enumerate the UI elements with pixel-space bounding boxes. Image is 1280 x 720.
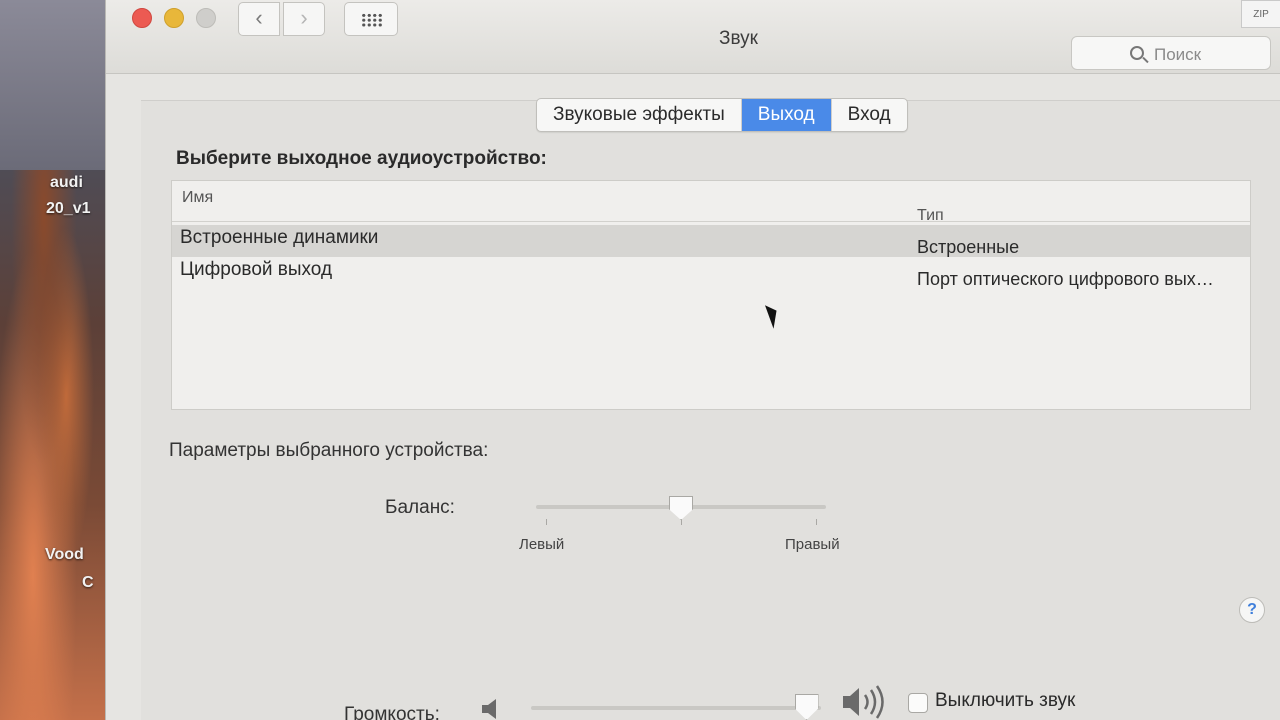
speaker-low-icon xyxy=(482,699,496,719)
zoom-window-button[interactable] xyxy=(196,8,216,28)
minimize-window-button[interactable] xyxy=(164,8,184,28)
device-name: Цифровой выход xyxy=(180,259,333,280)
column-header-type[interactable]: Тип xyxy=(917,207,944,225)
tab-bar: Звуковые эффекты Выход Вход xyxy=(536,98,908,132)
device-type: Порт оптического цифрового вых… xyxy=(917,269,1214,289)
volume-label: Громкость: xyxy=(344,704,440,720)
device-name: Встроенные динамики xyxy=(180,227,379,248)
titlebar: ‹ › Звук Поиск ZIP xyxy=(106,0,1280,74)
balance-right-label: Правый xyxy=(785,536,840,553)
wallpaper-sky xyxy=(0,0,110,170)
mute-checkbox[interactable] xyxy=(908,693,928,713)
question-mark-icon: ? xyxy=(1247,601,1257,618)
mute-label[interactable]: Выключить звук xyxy=(935,690,1075,712)
desktop-wallpaper: audi 20_v1 Vood C xyxy=(0,0,110,720)
header-divider xyxy=(172,221,1250,222)
table-row-digital-out[interactable]: Цифровой выход Порт оптического цифровог… xyxy=(172,257,1250,289)
desktop-icon-label[interactable]: C xyxy=(82,574,94,592)
speaker-high-icon xyxy=(843,685,884,719)
device-params-title: Параметры выбранного устройства: xyxy=(169,440,489,461)
help-button[interactable]: ? xyxy=(1239,597,1265,623)
balance-tick xyxy=(816,519,817,525)
balance-tick xyxy=(546,519,547,525)
output-section-title: Выберите выходное аудиоустройство: xyxy=(176,148,547,169)
output-device-table[interactable]: Имя Тип Встроенные динамики Встроенные Ц… xyxy=(171,180,1251,410)
balance-label: Баланс: xyxy=(385,497,455,518)
column-header-name[interactable]: Имя xyxy=(182,189,213,207)
device-type: Встроенные xyxy=(917,237,1020,257)
sound-preferences-window: ‹ › Звук Поиск ZIP Звуковые эффекты Выхо… xyxy=(105,0,1280,720)
search-input[interactable]: Поиск xyxy=(1071,36,1271,70)
desktop-icon-label[interactable]: Vood xyxy=(45,546,84,564)
search-placeholder: Поиск xyxy=(1154,45,1202,64)
close-window-button[interactable] xyxy=(132,8,152,28)
grid-icon xyxy=(361,13,383,27)
chevron-left-icon: ‹ xyxy=(255,5,263,30)
balance-tick xyxy=(681,519,682,525)
search-icon xyxy=(1130,46,1144,60)
chevron-right-icon: › xyxy=(300,5,308,30)
balance-left-label: Левый xyxy=(519,536,565,553)
table-row-builtin-speakers[interactable]: Встроенные динамики Встроенные xyxy=(172,225,1250,257)
desktop-icon-label[interactable]: 20_v1 xyxy=(46,200,91,218)
zip-badge: ZIP xyxy=(1241,0,1280,28)
tab-sound-effects[interactable]: Звуковые эффекты xyxy=(537,99,742,131)
volume-slider-track[interactable] xyxy=(531,706,821,710)
tab-output[interactable]: Выход xyxy=(741,99,832,131)
tab-input[interactable]: Вход xyxy=(832,99,907,131)
desktop-icon-label[interactable]: audi xyxy=(50,174,83,192)
